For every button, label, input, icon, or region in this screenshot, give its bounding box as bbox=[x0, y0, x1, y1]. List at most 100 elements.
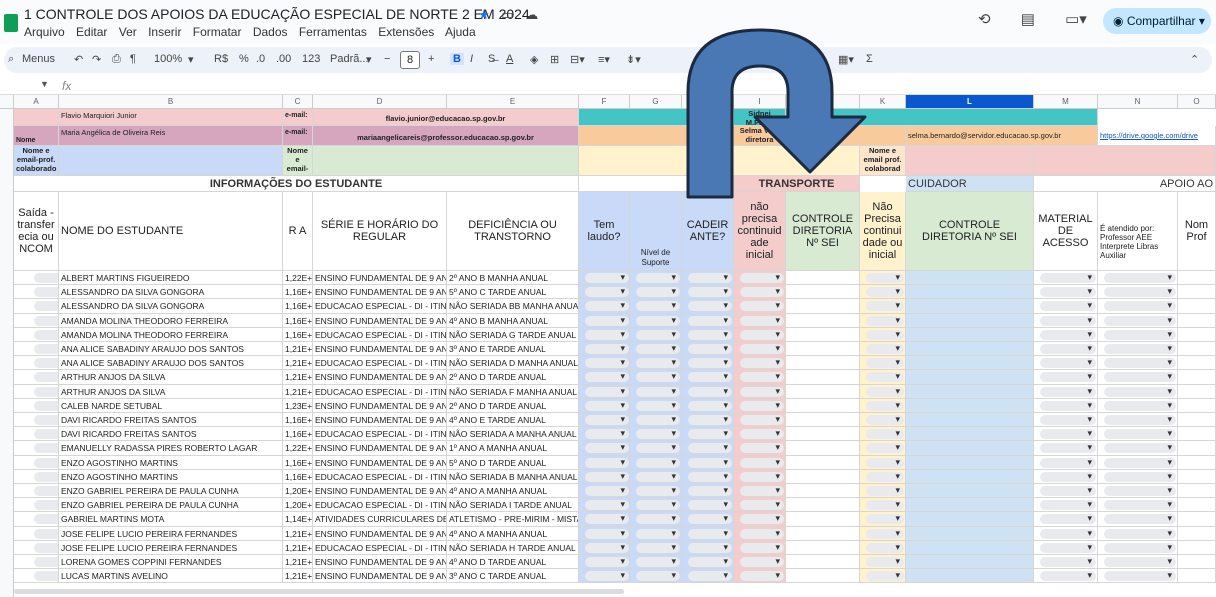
header-nao-precisa-transporte[interactable]: não precisa continuid ade inicial bbox=[734, 192, 786, 271]
student-ra-cell[interactable]: 1,21E+ bbox=[283, 384, 313, 399]
chevron-down-icon[interactable] bbox=[740, 328, 784, 341]
chevron-down-icon[interactable] bbox=[1104, 541, 1176, 554]
chevron-down-icon[interactable] bbox=[1104, 427, 1176, 440]
dropdown-cell[interactable] bbox=[630, 327, 682, 342]
student-name-cell[interactable]: CALEB NARDE SETUBAL bbox=[59, 398, 283, 413]
dropdown-cell[interactable] bbox=[14, 413, 59, 428]
student-name-cell[interactable]: JOSE FELIPE LUCIO PEREIRA FERNANDES bbox=[59, 526, 283, 541]
chevron-down-icon[interactable] bbox=[34, 500, 58, 511]
chevron-down-icon[interactable] bbox=[636, 456, 680, 469]
dropdown-cell[interactable] bbox=[579, 540, 630, 555]
chevron-down-icon[interactable] bbox=[1104, 314, 1176, 327]
dropdown-cell[interactable] bbox=[734, 555, 786, 570]
dropdown-cell[interactable] bbox=[1034, 342, 1098, 357]
dropdown-cell[interactable] bbox=[579, 484, 630, 499]
chevron-down-icon[interactable] bbox=[688, 271, 732, 284]
chevron-down-icon[interactable] bbox=[866, 512, 904, 525]
cell-c3[interactable]: Nome e email- bbox=[283, 146, 313, 176]
student-ra-cell[interactable]: 1,21E+ bbox=[283, 356, 313, 371]
empty-cell[interactable] bbox=[1178, 498, 1216, 513]
chevron-down-icon[interactable] bbox=[866, 356, 904, 369]
section-apoio[interactable]: APOIO AO bbox=[1034, 176, 1216, 192]
dropdown-cell[interactable] bbox=[1034, 498, 1098, 513]
dropdown-cell[interactable] bbox=[860, 484, 906, 499]
chevron-down-icon[interactable] bbox=[688, 456, 732, 469]
header-tem-laudo[interactable]: Tem laudo? bbox=[579, 192, 630, 271]
dropdown-cell[interactable] bbox=[860, 285, 906, 300]
chevron-down-icon[interactable] bbox=[740, 299, 784, 312]
chevron-down-icon[interactable] bbox=[34, 372, 58, 383]
dropdown-cell[interactable] bbox=[630, 313, 682, 328]
chevron-down-icon[interactable] bbox=[585, 385, 629, 398]
increase-decimal-button[interactable]: .00 bbox=[276, 53, 291, 65]
dropdown-cell[interactable] bbox=[682, 512, 734, 527]
dropdown-cell[interactable] bbox=[1034, 427, 1098, 442]
collapse-toolbar-icon[interactable]: ⌃ bbox=[1190, 53, 1199, 66]
empty-cell[interactable] bbox=[786, 271, 860, 286]
menu-ferramentas[interactable]: Ferramentas bbox=[299, 25, 367, 39]
chevron-down-icon[interactable] bbox=[585, 569, 629, 582]
chevron-down-icon[interactable] bbox=[34, 358, 58, 369]
chevron-down-icon[interactable] bbox=[688, 441, 732, 454]
student-def-cell[interactable]: NÃO SERIADA A MANHA ANUAL bbox=[447, 427, 579, 442]
chevron-down-icon[interactable] bbox=[636, 512, 680, 525]
dropdown-cell[interactable] bbox=[630, 455, 682, 470]
menu-extensoes[interactable]: Extensões bbox=[378, 25, 434, 39]
student-serie-cell[interactable]: EDUCACAO ESPECIAL - DI - ITINEI bbox=[313, 384, 447, 399]
dropdown-cell[interactable] bbox=[1098, 342, 1178, 357]
dropdown-cell[interactable] bbox=[579, 384, 630, 399]
dropdown-cell[interactable] bbox=[1034, 327, 1098, 342]
chevron-down-icon[interactable] bbox=[1104, 271, 1176, 284]
empty-cell[interactable] bbox=[906, 384, 1034, 399]
empty-cell[interactable] bbox=[906, 441, 1034, 456]
student-name-cell[interactable]: LORENA GOMES COPPINI FERNANDES bbox=[59, 555, 283, 570]
empty-cell[interactable] bbox=[906, 540, 1034, 555]
chevron-down-icon[interactable] bbox=[688, 299, 732, 312]
student-ra-cell[interactable]: 1,16E+ bbox=[283, 327, 313, 342]
horizontal-align-icon[interactable]: ≡▾ bbox=[598, 53, 610, 66]
dropdown-cell[interactable] bbox=[630, 441, 682, 456]
empty-cell[interactable] bbox=[1178, 313, 1216, 328]
student-def-cell[interactable]: NÃO SERIADA H TARDE ANUAL bbox=[447, 540, 579, 555]
dropdown-cell[interactable] bbox=[579, 313, 630, 328]
chevron-down-icon[interactable] bbox=[34, 571, 58, 582]
chevron-down-icon[interactable] bbox=[740, 399, 784, 412]
chevron-down-icon[interactable] bbox=[1040, 370, 1096, 383]
dropdown-cell[interactable] bbox=[860, 299, 906, 314]
student-serie-cell[interactable]: ENSINO FUNDAMENTAL DE 9 AN bbox=[313, 441, 447, 456]
chevron-down-icon[interactable] bbox=[688, 356, 732, 369]
empty-cell[interactable] bbox=[906, 555, 1034, 570]
dropdown-cell[interactable] bbox=[734, 441, 786, 456]
dropdown-cell[interactable] bbox=[860, 526, 906, 541]
chevron-down-icon[interactable] bbox=[585, 541, 629, 554]
dropdown-cell[interactable] bbox=[14, 370, 59, 385]
dropdown-cell[interactable] bbox=[734, 526, 786, 541]
student-name-cell[interactable]: JOSE FELIPE LUCIO PEREIRA FERNANDES bbox=[59, 540, 283, 555]
section-info-estudante[interactable]: INFORMAÇÕES DO ESTUDANTE bbox=[14, 176, 579, 192]
empty-cell[interactable] bbox=[1178, 327, 1216, 342]
chevron-down-icon[interactable] bbox=[636, 385, 680, 398]
student-name-cell[interactable]: EMANUELLY RADASSA PIRES ROBERTO LAGAR bbox=[59, 441, 283, 456]
chevron-down-icon[interactable] bbox=[688, 399, 732, 412]
chevron-down-icon[interactable] bbox=[1040, 413, 1096, 426]
text-color-icon[interactable]: A bbox=[506, 53, 513, 65]
chevron-down-icon[interactable] bbox=[740, 271, 784, 284]
chevron-down-icon[interactable] bbox=[866, 370, 904, 383]
dropdown-cell[interactable] bbox=[734, 469, 786, 484]
dropdown-cell[interactable] bbox=[579, 356, 630, 371]
chevron-down-icon[interactable] bbox=[636, 555, 680, 568]
chevron-down-icon[interactable] bbox=[740, 484, 784, 497]
chevron-down-icon[interactable] bbox=[1104, 512, 1176, 525]
student-serie-cell[interactable]: ENSINO FUNDAMENTAL DE 9 AN bbox=[313, 413, 447, 428]
font-size-input[interactable]: 8 bbox=[400, 51, 420, 69]
dropdown-cell[interactable] bbox=[682, 555, 734, 570]
dropdown-cell[interactable] bbox=[1034, 413, 1098, 428]
chevron-down-icon[interactable] bbox=[866, 413, 904, 426]
chevron-down-icon[interactable] bbox=[1040, 527, 1096, 540]
star-icon[interactable]: ★ bbox=[478, 7, 490, 22]
chevron-down-icon[interactable] bbox=[1104, 385, 1176, 398]
cell-d1[interactable]: flavio.junior@educacao.sp.gov.br bbox=[313, 109, 579, 126]
chevron-down-icon[interactable] bbox=[585, 356, 629, 369]
chevron-down-icon[interactable] bbox=[688, 314, 732, 327]
chevron-down-icon[interactable] bbox=[1040, 498, 1096, 511]
